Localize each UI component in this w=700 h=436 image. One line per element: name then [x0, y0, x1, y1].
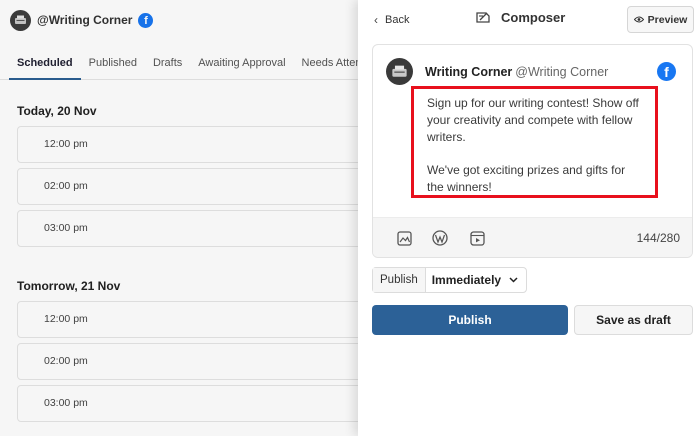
- timing-label: Publish: [373, 268, 426, 292]
- post-text-editor[interactable]: Sign up for our writing contest! Show of…: [411, 86, 658, 198]
- save-draft-button[interactable]: Save as draft: [574, 305, 693, 335]
- publish-timing-select[interactable]: Publish Immediately: [372, 267, 528, 293]
- character-count: 144/280: [636, 231, 680, 245]
- chevron-left-icon: ‹: [374, 13, 378, 27]
- timing-value: Immediately: [431, 273, 502, 287]
- post-toolbar: 144/280: [373, 217, 692, 257]
- post-paragraph: Sign up for our writing contest! Show of…: [427, 96, 639, 144]
- back-button[interactable]: ‹ Back: [374, 13, 409, 27]
- overlay-shade: [0, 0, 358, 436]
- avatar: [386, 58, 413, 85]
- video-icon[interactable]: [469, 230, 485, 246]
- publish-button[interactable]: Publish: [372, 305, 568, 335]
- facebook-icon: f: [657, 62, 676, 81]
- post-author-handle: @Writing Corner: [515, 65, 609, 79]
- composer-title-text: Composer: [501, 10, 566, 25]
- compose-icon: [476, 12, 490, 23]
- back-label: Back: [385, 14, 410, 26]
- timing-dropdown[interactable]: Immediately: [426, 268, 526, 292]
- composer-title: Composer: [476, 10, 565, 25]
- preview-label: Preview: [647, 13, 688, 26]
- image-icon[interactable]: [396, 230, 412, 246]
- wordpress-icon[interactable]: [432, 230, 448, 246]
- chevron-down-icon: [509, 275, 518, 286]
- post-author-name: Writing Corner: [425, 65, 513, 79]
- post-paragraph: We've got exciting prizes and gifts for …: [427, 163, 626, 194]
- post-preview-card: Writing Corner @Writing Corner f Sign up …: [372, 44, 693, 258]
- eye-icon: [633, 16, 644, 23]
- composer-panel: ‹ Back Composer Preview Writing Corner @W…: [358, 0, 700, 436]
- preview-button[interactable]: Preview: [627, 6, 694, 33]
- post-author: Writing Corner @Writing Corner: [425, 65, 608, 79]
- typewriter-icon: [392, 65, 407, 77]
